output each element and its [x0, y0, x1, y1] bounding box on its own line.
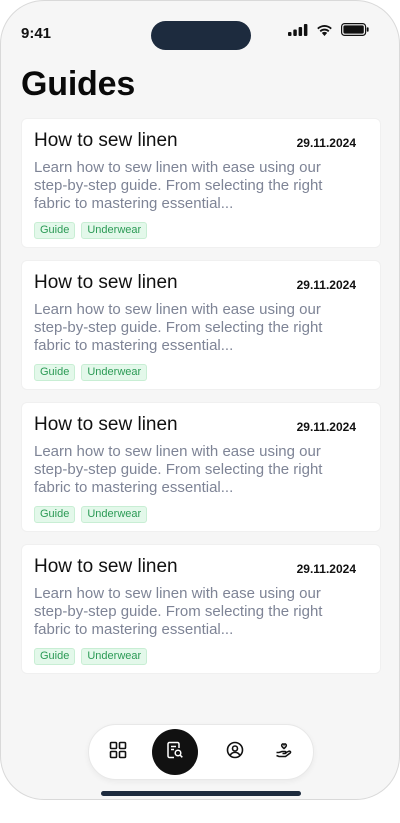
tab-guides[interactable] — [152, 729, 198, 775]
tag-badge: Underwear — [81, 222, 148, 239]
dynamic-island — [151, 21, 251, 50]
tab-support[interactable] — [261, 725, 307, 779]
guide-tags: Guide Underwear — [34, 506, 148, 523]
guide-description: Learn how to sew linen with ease using o… — [34, 443, 323, 496]
guide-date: 29.11.2024 — [296, 278, 356, 292]
tab-profile[interactable] — [212, 725, 258, 779]
guide-date: 29.11.2024 — [296, 420, 356, 434]
guide-title: How to sew linen — [34, 414, 178, 435]
guide-description: Learn how to sew linen with ease using o… — [34, 159, 323, 212]
guide-date: 29.11.2024 — [296, 136, 356, 150]
bottom-tab-bar — [88, 724, 314, 780]
guide-date: 29.11.2024 — [296, 562, 356, 576]
wifi-icon — [316, 24, 333, 36]
guide-card[interactable]: How to sew linen 29.11.2024 Learn how to… — [21, 260, 381, 390]
status-icons — [288, 23, 369, 36]
guide-card[interactable]: How to sew linen 29.11.2024 Learn how to… — [21, 118, 381, 248]
tag-badge: Guide — [34, 648, 76, 665]
grid-icon — [109, 741, 127, 764]
guide-card[interactable]: How to sew linen 29.11.2024 Learn how to… — [21, 402, 381, 532]
tag-badge: Underwear — [81, 506, 148, 523]
guide-description: Learn how to sew linen with ease using o… — [34, 585, 323, 638]
tab-dashboard[interactable] — [95, 725, 141, 779]
guide-title: How to sew linen — [34, 556, 178, 577]
guide-search-icon — [166, 741, 184, 764]
tag-badge: Guide — [34, 222, 76, 239]
guides-list: How to sew linen 29.11.2024 Learn how to… — [21, 118, 381, 686]
guide-tags: Guide Underwear — [34, 222, 148, 239]
status-time: 9:41 — [21, 25, 52, 42]
guide-description: Learn how to sew linen with ease using o… — [34, 301, 323, 354]
guide-tags: Guide Underwear — [34, 364, 148, 381]
profile-icon — [226, 741, 244, 764]
page-title: Guides — [21, 65, 136, 103]
hand-heart-icon — [275, 741, 293, 764]
tag-badge: Underwear — [81, 364, 148, 381]
tag-badge: Underwear — [81, 648, 148, 665]
battery-icon — [341, 23, 369, 36]
signal-icon — [288, 23, 308, 36]
guide-card[interactable]: How to sew linen 29.11.2024 Learn how to… — [21, 544, 381, 674]
home-indicator — [101, 791, 301, 796]
guide-title: How to sew linen — [34, 130, 178, 151]
tag-badge: Guide — [34, 506, 76, 523]
phone-frame: 9:41 Guides How to sew linen 29.11.2024 … — [0, 0, 400, 800]
tag-badge: Guide — [34, 364, 76, 381]
guide-tags: Guide Underwear — [34, 648, 148, 665]
guide-title: How to sew linen — [34, 272, 178, 293]
status-bar: 9:41 — [1, 1, 399, 65]
